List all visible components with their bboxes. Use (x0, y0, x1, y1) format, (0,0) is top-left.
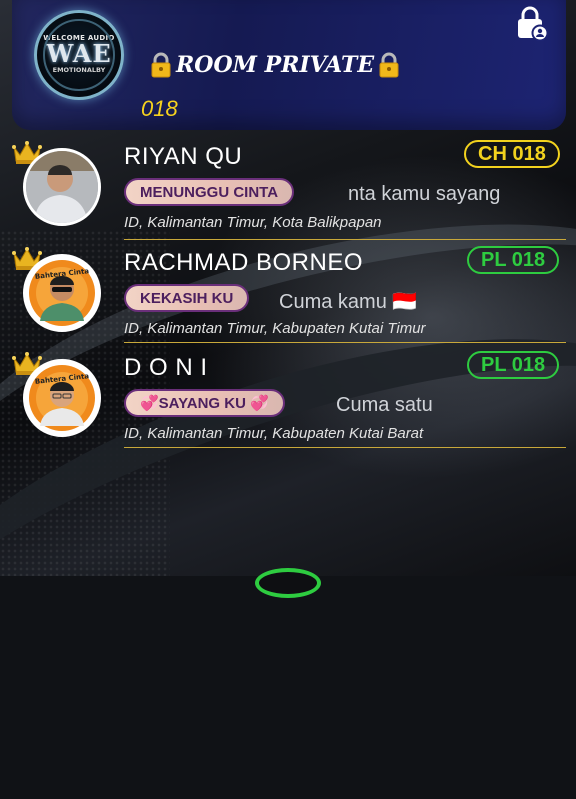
room-title-text: ROOM PRIVATE (176, 52, 375, 78)
user-message: nta kamu sayang (348, 183, 501, 205)
user-row[interactable]: Bahtera Cinta RACHMAD BORNEO PL 018 KEKA… (0, 241, 576, 346)
user-location: ID, Kalimantan Timur, Kabupaten Kutai Ti… (124, 320, 426, 337)
room-logo[interactable]: WELCOME AUDIO WAE EMOTIONALBY (34, 10, 124, 100)
user-message: Cuma kamu 🇮🇩 (279, 291, 418, 313)
row-divider (124, 447, 566, 448)
user-location: ID, Kalimantan Timur, Kota Balikpapan (124, 214, 382, 231)
user-name: RACHMAD BORNEO (124, 249, 364, 276)
room-code: 018 (141, 96, 178, 121)
row-divider (124, 239, 566, 240)
mic-button[interactable] (255, 568, 321, 598)
user-code-badge: PL 018 (467, 351, 560, 379)
status-pill: MENUNGGU CINTA (124, 178, 295, 206)
room-title: ROOM PRIVATE (148, 52, 402, 78)
user-code-badge: PL 018 (467, 246, 560, 274)
room-header: WELCOME AUDIO WAE EMOTIONALBY ROOM PRIVA… (12, 0, 566, 130)
padlock-icon (376, 52, 402, 78)
status-pill: KEKASIH KU (124, 284, 250, 312)
avatar[interactable] (23, 148, 101, 226)
row-divider (124, 342, 566, 343)
user-name: D O N I (124, 354, 208, 381)
user-name: RIYAN QU (124, 143, 243, 170)
avatar[interactable]: Bahtera Cinta (23, 254, 101, 332)
logo-ring (43, 19, 115, 91)
padlock-icon (148, 52, 174, 78)
user-location: ID, Kalimantan Timur, Kabupaten Kutai Ba… (124, 425, 424, 442)
user-message: Cuma satu (336, 394, 433, 416)
status-pill: 💞SAYANG KU 💞 (124, 389, 285, 417)
user-code-badge: CH 018 (464, 140, 560, 168)
user-row[interactable]: RIYAN QU CH 018 MENUNGGU CINTA nta kamu … (0, 135, 576, 240)
lock-person-icon[interactable] (515, 5, 549, 42)
user-row[interactable]: Bahtera Cinta D O N I PL 018 💞SAYANG KU … (0, 346, 576, 451)
avatar[interactable]: Bahtera Cinta (23, 359, 101, 437)
